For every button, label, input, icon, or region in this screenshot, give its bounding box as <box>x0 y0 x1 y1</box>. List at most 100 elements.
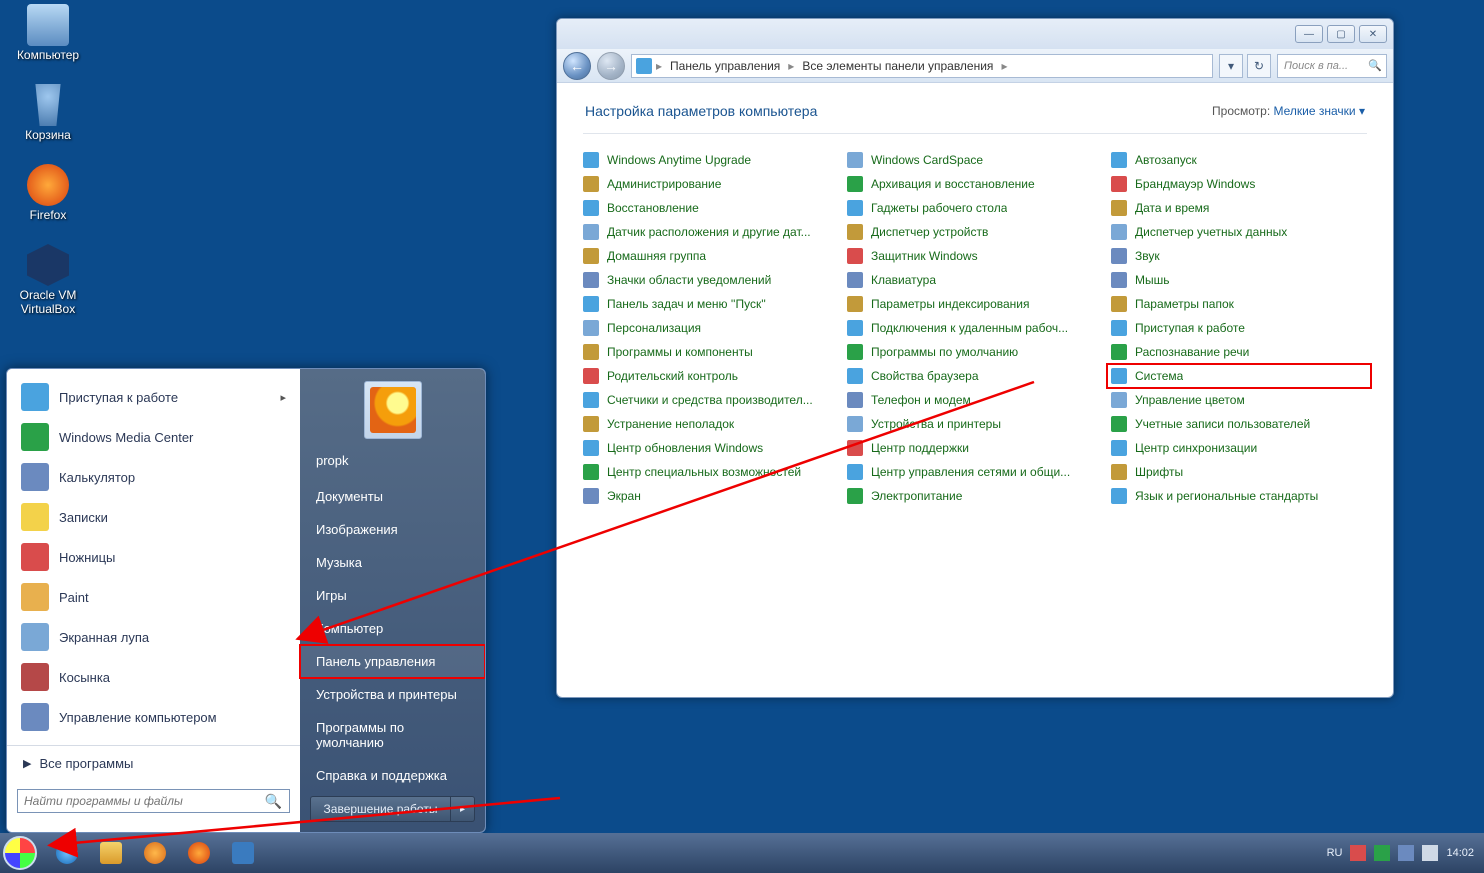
cp-item-2-2[interactable]: Дата и время <box>1107 196 1371 220</box>
cp-item-1-12[interactable]: Центр поддержки <box>843 436 1107 460</box>
cp-item-2-13[interactable]: Шрифты <box>1107 460 1371 484</box>
cp-item-0-14[interactable]: Экран <box>579 484 843 508</box>
start-program-4[interactable]: Ножницы <box>11 537 296 577</box>
tray-security-icon[interactable] <box>1374 845 1390 861</box>
desktop-icon-3[interactable]: Oracle VMVirtualBox <box>8 244 88 316</box>
cp-item-0-11[interactable]: Устранение неполадок <box>579 412 843 436</box>
taskbar-explorer[interactable] <box>90 837 132 869</box>
maximize-button[interactable]: ▢ <box>1327 25 1355 43</box>
start-right-2[interactable]: Музыка <box>300 546 485 579</box>
cp-search[interactable]: Поиск в па... 🔍 <box>1277 54 1387 78</box>
shutdown-button[interactable]: Завершение работы <box>310 796 451 822</box>
taskbar-firefox[interactable] <box>178 837 220 869</box>
cp-item-1-0[interactable]: Windows CardSpace <box>843 148 1107 172</box>
cp-item-1-9[interactable]: Свойства браузера <box>843 364 1107 388</box>
tray-volume-icon[interactable] <box>1422 845 1438 861</box>
clock[interactable]: 14:02 <box>1446 847 1474 859</box>
start-search-input[interactable] <box>17 789 290 813</box>
cp-item-2-11[interactable]: Учетные записи пользователей <box>1107 412 1371 436</box>
cp-item-0-6[interactable]: Панель задач и меню ''Пуск'' <box>579 292 843 316</box>
cp-item-0-12[interactable]: Центр обновления Windows <box>579 436 843 460</box>
cp-item-2-6[interactable]: Параметры папок <box>1107 292 1371 316</box>
taskbar-wmp[interactable] <box>134 837 176 869</box>
close-button[interactable]: ✕ <box>1359 25 1387 43</box>
cp-item-1-5[interactable]: Клавиатура <box>843 268 1107 292</box>
address-bar[interactable]: ▸ Панель управления ▸ Все элементы панел… <box>631 54 1213 78</box>
cp-item-1-2[interactable]: Гаджеты рабочего стола <box>843 196 1107 220</box>
start-program-0[interactable]: Приступая к работе▸ <box>11 377 296 417</box>
cp-item-2-4[interactable]: Звук <box>1107 244 1371 268</box>
cp-item-1-11[interactable]: Устройства и принтеры <box>843 412 1107 436</box>
start-program-2[interactable]: Калькулятор <box>11 457 296 497</box>
cp-items-grid: Windows Anytime UpgradeАдминистрирование… <box>557 144 1393 512</box>
cp-item-1-6[interactable]: Параметры индексирования <box>843 292 1107 316</box>
cp-item-2-0[interactable]: Автозапуск <box>1107 148 1371 172</box>
user-picture[interactable] <box>364 381 422 439</box>
cp-item-0-10[interactable]: Счетчики и средства производител... <box>579 388 843 412</box>
taskbar-app[interactable] <box>222 837 264 869</box>
start-program-7[interactable]: Косынка <box>11 657 296 697</box>
start-right-7[interactable]: Программы по умолчанию <box>300 711 485 759</box>
system-tray: RU 14:02 <box>1317 845 1484 861</box>
forward-button[interactable]: → <box>597 52 625 80</box>
start-program-6[interactable]: Экранная лупа <box>11 617 296 657</box>
cp-item-2-7[interactable]: Приступая к работе <box>1107 316 1371 340</box>
cp-item-2-3[interactable]: Диспетчер учетных данных <box>1107 220 1371 244</box>
start-right-4[interactable]: Компьютер <box>300 612 485 645</box>
shutdown-options[interactable]: ▸ <box>451 796 475 822</box>
cp-item-2-14[interactable]: Язык и региональные стандарты <box>1107 484 1371 508</box>
cp-item-2-9[interactable]: Система <box>1107 364 1371 388</box>
cp-item-2-12[interactable]: Центр синхронизации <box>1107 436 1371 460</box>
cp-item-0-4[interactable]: Домашняя группа <box>579 244 843 268</box>
cp-item-0-7[interactable]: Персонализация <box>579 316 843 340</box>
cp-item-1-10[interactable]: Телефон и модем <box>843 388 1107 412</box>
start-right-0[interactable]: Документы <box>300 480 485 513</box>
cp-item-1-7[interactable]: Подключения к удаленным рабоч... <box>843 316 1107 340</box>
minimize-button[interactable]: — <box>1295 25 1323 43</box>
start-program-1[interactable]: Windows Media Center <box>11 417 296 457</box>
cp-item-0-9[interactable]: Родительский контроль <box>579 364 843 388</box>
cp-heading: Настройка параметров компьютера <box>585 103 817 119</box>
cp-item-1-1[interactable]: Архивация и восстановление <box>843 172 1107 196</box>
start-right-8[interactable]: Справка и поддержка <box>300 759 485 792</box>
desktop-icon-0[interactable]: Компьютер <box>8 4 88 62</box>
lang-indicator[interactable]: RU <box>1327 847 1343 859</box>
cp-item-2-8[interactable]: Распознавание речи <box>1107 340 1371 364</box>
cp-item-1-4[interactable]: Защитник Windows <box>843 244 1107 268</box>
start-program-8[interactable]: Управление компьютером <box>11 697 296 737</box>
cp-item-0-8[interactable]: Программы и компоненты <box>579 340 843 364</box>
cp-item-1-13[interactable]: Центр управления сетями и общи... <box>843 460 1107 484</box>
start-program-5[interactable]: Paint <box>11 577 296 617</box>
crumb-1[interactable]: Панель управления <box>666 59 784 73</box>
desktop-icon-2[interactable]: Firefox <box>8 164 88 222</box>
tray-flag-icon[interactable] <box>1350 845 1366 861</box>
start-menu-left: Приступая к работе▸Windows Media CenterК… <box>7 369 300 832</box>
cp-item-0-1[interactable]: Администрирование <box>579 172 843 196</box>
cp-item-1-14[interactable]: Электропитание <box>843 484 1107 508</box>
address-dropdown[interactable]: ▾ <box>1219 54 1243 78</box>
start-right-5[interactable]: Панель управления <box>300 645 485 678</box>
cp-item-2-5[interactable]: Мышь <box>1107 268 1371 292</box>
cp-item-2-1[interactable]: Брандмауэр Windows <box>1107 172 1371 196</box>
start-right-1[interactable]: Изображения <box>300 513 485 546</box>
cp-item-0-5[interactable]: Значки области уведомлений <box>579 268 843 292</box>
cp-item-0-13[interactable]: Центр специальных возможностей <box>579 460 843 484</box>
cp-item-0-0[interactable]: Windows Anytime Upgrade <box>579 148 843 172</box>
cp-item-2-10[interactable]: Управление цветом <box>1107 388 1371 412</box>
start-right-6[interactable]: Устройства и принтеры <box>300 678 485 711</box>
tray-network-icon[interactable] <box>1398 845 1414 861</box>
cp-item-1-8[interactable]: Программы по умолчанию <box>843 340 1107 364</box>
view-value[interactable]: Мелкие значки ▾ <box>1274 104 1365 118</box>
cp-item-0-2[interactable]: Восстановление <box>579 196 843 220</box>
cp-item-1-3[interactable]: Диспетчер устройств <box>843 220 1107 244</box>
start-program-3[interactable]: Записки <box>11 497 296 537</box>
crumb-2[interactable]: Все элементы панели управления <box>798 59 997 73</box>
back-button[interactable]: ← <box>563 52 591 80</box>
all-programs[interactable]: ▶ Все программы <box>7 745 300 781</box>
refresh-button[interactable]: ↻ <box>1247 54 1271 78</box>
taskbar-ie[interactable] <box>46 837 88 869</box>
start-right-3[interactable]: Игры <box>300 579 485 612</box>
start-button[interactable] <box>0 833 40 873</box>
desktop-icon-1[interactable]: Корзина <box>8 84 88 142</box>
cp-item-0-3[interactable]: Датчик расположения и другие дат... <box>579 220 843 244</box>
